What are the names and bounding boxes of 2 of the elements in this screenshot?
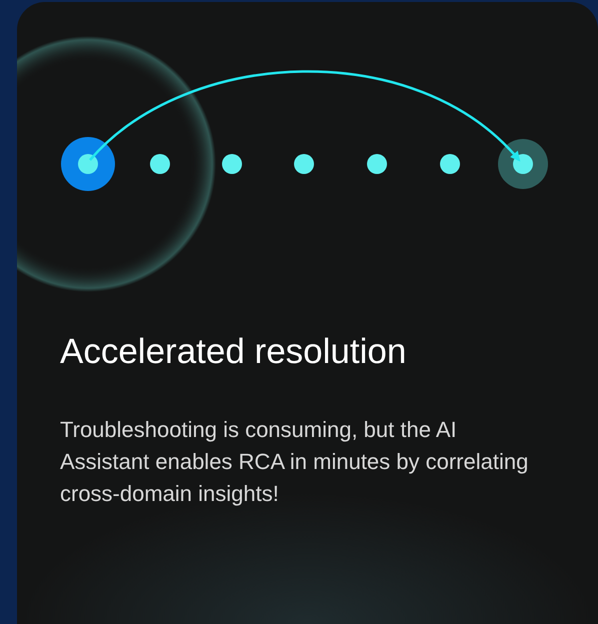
card-description: Troubleshooting is consuming, but the AI Assistant enables RCA in minutes by correlating cross-domain insights! [60, 416, 530, 508]
card-title: Accelerated resolution [60, 331, 408, 373]
